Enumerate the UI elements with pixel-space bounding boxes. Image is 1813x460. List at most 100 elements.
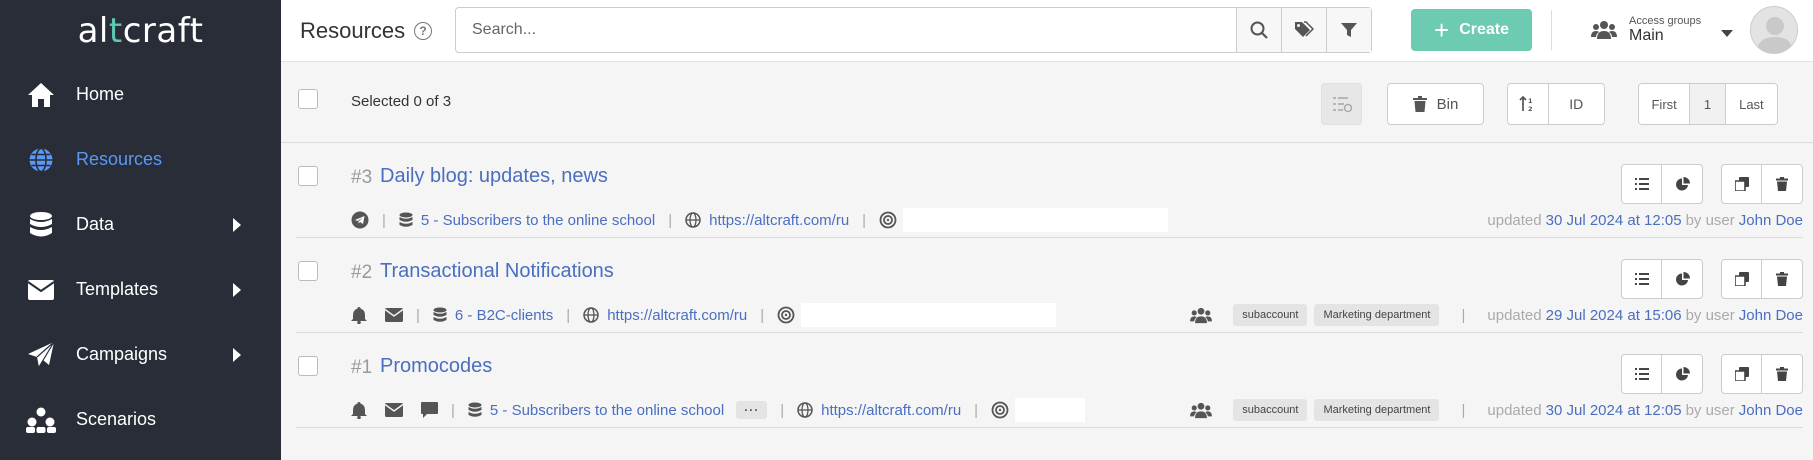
svg-text:2: 2 (1528, 105, 1533, 112)
row-delete-button[interactable] (1762, 260, 1802, 298)
redacted-field (1015, 398, 1086, 422)
users-icon (1591, 21, 1617, 39)
search-icon (1250, 21, 1268, 39)
updated-date: 30 Jul 2024 at 12:05 (1545, 211, 1682, 229)
database-link[interactable]: 6 - B2C-clients (455, 307, 553, 324)
database-icon (433, 307, 447, 323)
pagination-current-page[interactable]: 1 (1690, 84, 1726, 124)
row-actions (1603, 259, 1803, 299)
row-stats-button[interactable] (1662, 165, 1702, 203)
pie-chart-icon (1675, 366, 1690, 380)
row-delete-button[interactable] (1762, 165, 1802, 203)
database-link[interactable]: 5 - Subscribers to the online school (490, 402, 724, 419)
database-icon (399, 212, 413, 228)
chevron-right-icon (233, 282, 241, 297)
logo-text-pre: al (77, 11, 109, 51)
row-delete-button[interactable] (1762, 355, 1802, 393)
redacted-field (903, 208, 1169, 232)
bin-label: Bin (1436, 95, 1459, 113)
sidebar: al t craft Home Resources Data Templates… (0, 0, 281, 460)
trash-icon (1776, 177, 1788, 191)
row-copy-button[interactable] (1722, 165, 1762, 203)
avatar[interactable] (1750, 6, 1798, 54)
row-actions (1603, 354, 1803, 394)
select-all-checkbox[interactable] (298, 89, 318, 109)
bulk-actions-button[interactable] (1321, 83, 1362, 125)
access-group-tag: subaccount (1233, 304, 1308, 326)
chevron-right-icon (233, 217, 241, 232)
sidebar-item-resources[interactable]: Resources (0, 127, 281, 192)
logo-text-post: craft (122, 11, 204, 51)
bin-button[interactable]: Bin (1387, 83, 1484, 125)
database-icon (468, 402, 482, 418)
row-copy-button[interactable] (1722, 355, 1762, 393)
list-icon (1634, 178, 1649, 190)
row-list-button[interactable] (1622, 165, 1662, 203)
resource-row[interactable]: #1 Promocodes | 5 - Subscribers to the o… (296, 334, 1803, 428)
more-databases-button[interactable]: ··· (736, 401, 768, 419)
copy-icon (1734, 272, 1749, 286)
updated-date: 29 Jul 2024 at 15:06 (1545, 306, 1682, 324)
telegram-icon (351, 211, 369, 229)
trash-icon (1412, 96, 1427, 112)
bell-icon (351, 306, 367, 324)
target-icon (777, 306, 795, 324)
user-link[interactable]: John Doe (1739, 402, 1803, 419)
access-groups-select[interactable]: Access groups Main (1591, 10, 1734, 50)
row-list-button[interactable] (1622, 260, 1662, 298)
sidebar-item-scenarios[interactable]: Scenarios (0, 387, 281, 452)
row-stats-button[interactable] (1662, 355, 1702, 393)
user-link[interactable]: John Doe (1739, 307, 1803, 324)
copy-icon (1734, 367, 1749, 381)
sort-control: 12 ID (1507, 83, 1605, 125)
database-link[interactable]: 5 - Subscribers to the online school (421, 212, 655, 229)
list-icon (1634, 368, 1649, 380)
row-checkbox[interactable] (298, 356, 318, 376)
row-actions (1603, 164, 1803, 204)
url-link[interactable]: https://altcraft.com/ru (607, 307, 747, 324)
access-group-tag: Marketing department (1314, 304, 1440, 326)
search-input[interactable] (456, 8, 1236, 52)
list-icon (1634, 273, 1649, 285)
top-header: Resources ? + Create Access groups Main (281, 0, 1813, 62)
resource-meta: | 5 - Subscribers to the online school ·… (351, 398, 1086, 422)
envelope-icon (385, 308, 403, 322)
resource-row[interactable]: #3 Daily blog: updates, news | 5 - Subsc… (296, 144, 1803, 238)
database-icon (26, 210, 56, 240)
pagination-last-button[interactable]: Last (1726, 84, 1777, 124)
sidebar-item-templates[interactable]: Templates (0, 257, 281, 322)
resource-id: #1 (351, 357, 373, 378)
tags-filter-button[interactable] (1281, 8, 1326, 52)
chevron-down-icon (1721, 29, 1734, 37)
sidebar-item-data[interactable]: Data (0, 192, 281, 257)
url-link[interactable]: https://altcraft.com/ru (821, 402, 961, 419)
bell-icon (351, 401, 367, 419)
filter-button[interactable] (1326, 8, 1371, 52)
url-link[interactable]: https://altcraft.com/ru (709, 212, 849, 229)
target-icon (991, 401, 1009, 419)
resource-title[interactable]: Transactional Notifications (380, 260, 614, 283)
row-list-button[interactable] (1622, 355, 1662, 393)
row-stats-button[interactable] (1662, 260, 1702, 298)
sidebar-item-campaigns[interactable]: Campaigns (0, 322, 281, 387)
resource-title[interactable]: Promocodes (380, 355, 492, 378)
sort-direction-button[interactable]: 12 (1508, 84, 1549, 124)
resource-title[interactable]: Daily blog: updates, news (380, 165, 608, 188)
help-icon[interactable]: ? (414, 22, 432, 40)
create-button[interactable]: + Create (1411, 9, 1532, 51)
logo[interactable]: al t craft (0, 0, 281, 62)
row-copy-button[interactable] (1722, 260, 1762, 298)
user-link[interactable]: John Doe (1739, 212, 1803, 229)
sidebar-item-home[interactable]: Home (0, 62, 281, 127)
pagination-first-button[interactable]: First (1639, 84, 1691, 124)
chat-icon (421, 402, 438, 418)
search-button[interactable] (1236, 8, 1281, 52)
row-checkbox[interactable] (298, 166, 318, 186)
sort-field-select[interactable]: ID (1549, 84, 1604, 124)
updated-prefix: updated (1487, 306, 1542, 324)
row-checkbox[interactable] (298, 261, 318, 281)
globe-icon (583, 307, 599, 323)
resource-row[interactable]: #2 Transactional Notifications | 6 - B2C… (296, 239, 1803, 333)
copy-icon (1734, 177, 1749, 191)
resource-meta: | 6 - B2C-clients | https://altcraft.com… (351, 303, 1057, 327)
